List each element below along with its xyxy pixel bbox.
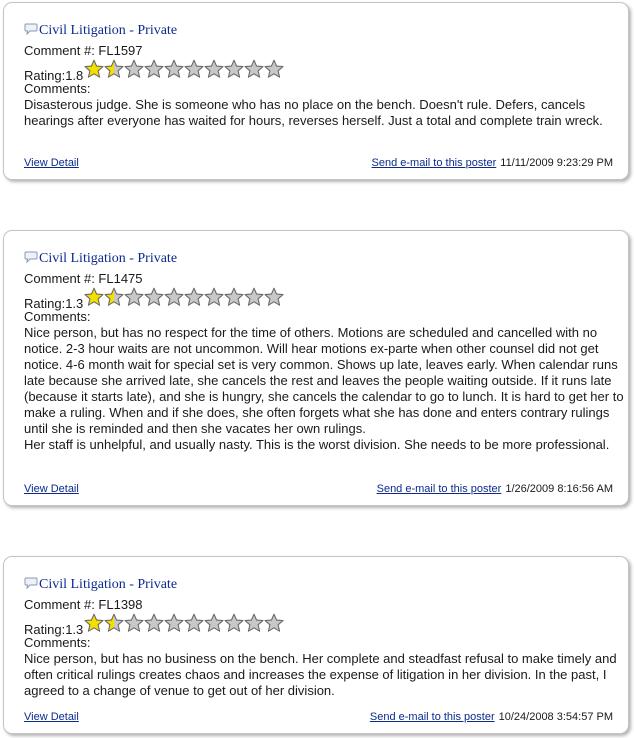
star-icon — [164, 59, 184, 78]
star-icon — [204, 613, 224, 632]
star-icon — [224, 287, 244, 306]
star-icon — [104, 287, 124, 306]
star-rating — [84, 59, 284, 79]
card-footer: View Detail Send e-mail to this poster 10… — [24, 709, 613, 725]
view-detail-link[interactable]: View Detail — [24, 155, 79, 171]
category-label: Civil Litigation - Private — [39, 577, 178, 592]
star-icon — [244, 59, 264, 78]
star-icon — [104, 59, 124, 78]
card-footer: View Detail Send e-mail to this poster 11… — [24, 155, 613, 171]
star-icon — [244, 613, 264, 632]
rating-row: Rating:1.3 — [24, 613, 628, 637]
comment-text: Disasterous judge. She is someone who ha… — [24, 97, 603, 128]
category-heading: Civil Litigation - Private — [24, 22, 628, 40]
star-icon — [144, 613, 164, 632]
star-icon — [84, 287, 104, 306]
star-icon — [264, 59, 284, 78]
star-icon — [184, 287, 204, 306]
poster-info: Send e-mail to this poster 1/26/2009 8:16… — [377, 481, 613, 497]
speech-bubble-icon — [24, 23, 38, 35]
star-icon — [164, 613, 184, 632]
view-detail-link[interactable]: View Detail — [24, 709, 79, 725]
category-label: Civil Litigation - Private — [39, 23, 178, 38]
poster-info: Send e-mail to this poster 10/24/2008 3:5… — [370, 709, 613, 725]
send-email-link[interactable]: Send e-mail to this poster — [377, 483, 502, 495]
star-icon — [184, 59, 204, 78]
comments-label: Comments: — [24, 309, 91, 324]
speech-bubble-icon — [24, 577, 38, 589]
post-date: 1/26/2009 8:16:56 AM — [505, 483, 613, 495]
star-icon — [204, 287, 224, 306]
review-card: Civil Litigation - Private Comment #: FL… — [3, 230, 629, 506]
star-rating — [84, 613, 284, 633]
poster-info: Send e-mail to this poster 11/11/2009 9:2… — [372, 155, 613, 171]
category-label: Civil Litigation - Private — [39, 251, 178, 266]
star-icon — [184, 613, 204, 632]
category-heading: Civil Litigation - Private — [24, 250, 628, 268]
star-icon — [224, 59, 244, 78]
star-rating — [84, 287, 284, 307]
comments-label: Comments: — [24, 81, 91, 96]
star-icon — [264, 287, 284, 306]
star-icon — [84, 613, 104, 632]
review-card: Civil Litigation - Private Comment #: FL… — [3, 2, 629, 180]
post-date: 11/11/2009 9:23:29 PM — [500, 157, 613, 169]
send-email-link[interactable]: Send e-mail to this poster — [372, 157, 497, 169]
send-email-link[interactable]: Send e-mail to this poster — [370, 711, 495, 723]
star-icon — [124, 287, 144, 306]
comment-text: Nice person, but has no business on the … — [24, 651, 617, 698]
comment-number: Comment #: FL1398 — [24, 597, 143, 612]
comment-number: Comment #: FL1475 — [24, 271, 143, 286]
post-date: 10/24/2008 3:54:57 PM — [498, 711, 613, 723]
rating-row: Rating:1.3 — [24, 287, 628, 311]
review-card: Civil Litigation - Private Comment #: FL… — [3, 556, 629, 734]
card-footer: View Detail Send e-mail to this poster 1/… — [24, 481, 613, 497]
comment-text: Nice person, but has no respect for the … — [24, 325, 624, 452]
star-icon — [144, 59, 164, 78]
star-icon — [264, 613, 284, 632]
star-icon — [84, 59, 104, 78]
star-icon — [104, 613, 124, 632]
speech-bubble-icon — [24, 251, 38, 263]
star-icon — [124, 613, 144, 632]
star-icon — [224, 613, 244, 632]
star-icon — [244, 287, 264, 306]
star-icon — [124, 59, 144, 78]
comment-number: Comment #: FL1597 — [24, 43, 143, 58]
star-icon — [204, 59, 224, 78]
star-icon — [164, 287, 184, 306]
rating-row: Rating:1.8 — [24, 59, 628, 83]
star-icon — [144, 287, 164, 306]
comments-label: Comments: — [24, 635, 91, 650]
category-heading: Civil Litigation - Private — [24, 576, 628, 594]
view-detail-link[interactable]: View Detail — [24, 481, 79, 497]
